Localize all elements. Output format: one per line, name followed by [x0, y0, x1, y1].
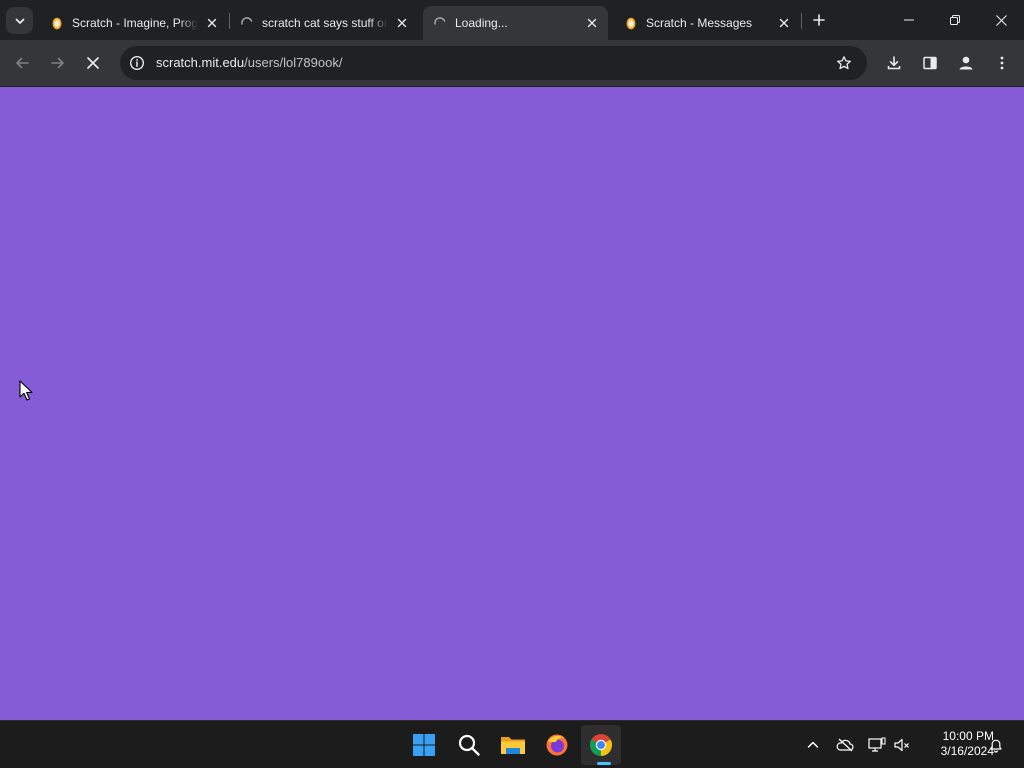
- chrome-taskbar-button[interactable]: [581, 725, 621, 765]
- close-window-button[interactable]: [978, 0, 1024, 40]
- minimize-icon: [904, 19, 914, 21]
- clock-date: 3/16/2024: [940, 744, 994, 758]
- close-tab-icon[interactable]: [394, 15, 410, 31]
- restore-button[interactable]: [932, 0, 978, 40]
- windows-logo-icon: [413, 734, 435, 756]
- arrow-left-icon: [16, 57, 29, 69]
- network-icon[interactable]: [867, 735, 887, 755]
- minimize-button[interactable]: [886, 0, 932, 40]
- restore-icon: [950, 15, 960, 25]
- address-bar[interactable]: scratch.mit.edu/users/lol789ook/: [120, 46, 867, 80]
- bookmark-star-icon[interactable]: [835, 54, 853, 72]
- loading-spinner-icon: [240, 16, 254, 30]
- download-icon: [887, 56, 901, 70]
- close-tab-icon[interactable]: [584, 15, 600, 31]
- arrow-right-icon: [51, 57, 64, 69]
- volume-muted-icon[interactable]: [892, 735, 912, 755]
- tab-title: Loading...: [455, 16, 508, 30]
- chrome-icon: [590, 734, 612, 756]
- more-vert-icon: [1000, 56, 1004, 70]
- browser-toolbar: scratch.mit.edu/users/lol789ook/: [0, 40, 1024, 87]
- tab-scratch-messages[interactable]: Scratch - Messages: [614, 6, 800, 40]
- tab-strip: Scratch - Imagine, Program, Share scratc…: [0, 0, 1024, 40]
- stop-x-icon: [87, 57, 99, 69]
- tab-search-button[interactable]: [6, 7, 33, 34]
- side-panel-button[interactable]: [915, 48, 945, 78]
- chevron-up-icon: [807, 741, 819, 748]
- tab-title: scratch cat says stuff on Scratch: [262, 16, 388, 30]
- downloads-button[interactable]: [879, 48, 909, 78]
- tab-scratch-home[interactable]: Scratch - Imagine, Program, Share: [40, 6, 228, 40]
- search-icon: [458, 734, 480, 756]
- loading-spinner-icon: [433, 16, 447, 30]
- mouse-cursor-icon: [19, 380, 33, 401]
- tab-separator: [801, 13, 802, 29]
- url-text[interactable]: scratch.mit.edu/users/lol789ook/: [156, 55, 342, 70]
- show-hidden-icons-button[interactable]: [803, 735, 823, 755]
- clock-time: 10:00 PM: [942, 729, 994, 743]
- close-tab-icon[interactable]: [776, 15, 792, 31]
- stop-loading-button[interactable]: [78, 48, 108, 78]
- file-explorer-button[interactable]: [493, 725, 533, 765]
- url-host: scratch.mit.edu: [156, 55, 245, 70]
- start-button[interactable]: [404, 725, 444, 765]
- notifications-button[interactable]: [986, 735, 1006, 755]
- chrome-menu-button[interactable]: [987, 48, 1017, 78]
- url-path: /users/lol789ook/: [244, 55, 343, 70]
- tab-scratch-cat[interactable]: scratch cat says stuff on Scratch: [230, 6, 418, 40]
- firefox-icon: [546, 734, 568, 756]
- close-tab-icon[interactable]: [204, 15, 220, 31]
- bell-icon: [990, 739, 1002, 753]
- forward-button[interactable]: [43, 48, 73, 78]
- tab-title: Scratch - Messages: [646, 16, 753, 30]
- site-info-icon[interactable]: [128, 54, 146, 72]
- profile-button[interactable]: [951, 48, 981, 78]
- system-clock[interactable]: 10:00 PM 3/16/2024: [918, 729, 994, 759]
- side-panel-icon: [923, 56, 937, 70]
- folder-icon: [501, 737, 525, 754]
- new-tab-button[interactable]: [808, 9, 830, 31]
- scratch-favicon-icon: [50, 16, 64, 30]
- plus-icon: [813, 14, 825, 26]
- scratch-favicon-icon: [624, 16, 638, 30]
- tab-loading[interactable]: Loading...: [423, 6, 608, 40]
- chevron-down-icon: [15, 18, 24, 24]
- page-content-loading: [0, 87, 1024, 720]
- tab-title: Scratch - Imagine, Program, Share: [72, 16, 198, 30]
- close-icon: [995, 14, 1007, 26]
- taskbar-search-button[interactable]: [449, 725, 489, 765]
- firefox-taskbar-button[interactable]: [537, 725, 577, 765]
- windows-taskbar: 10:00 PM 3/16/2024: [0, 720, 1024, 768]
- onedrive-offline-icon[interactable]: [835, 735, 855, 755]
- profile-avatar-icon: [959, 56, 973, 70]
- active-app-indicator: [597, 762, 611, 765]
- back-button[interactable]: [7, 48, 37, 78]
